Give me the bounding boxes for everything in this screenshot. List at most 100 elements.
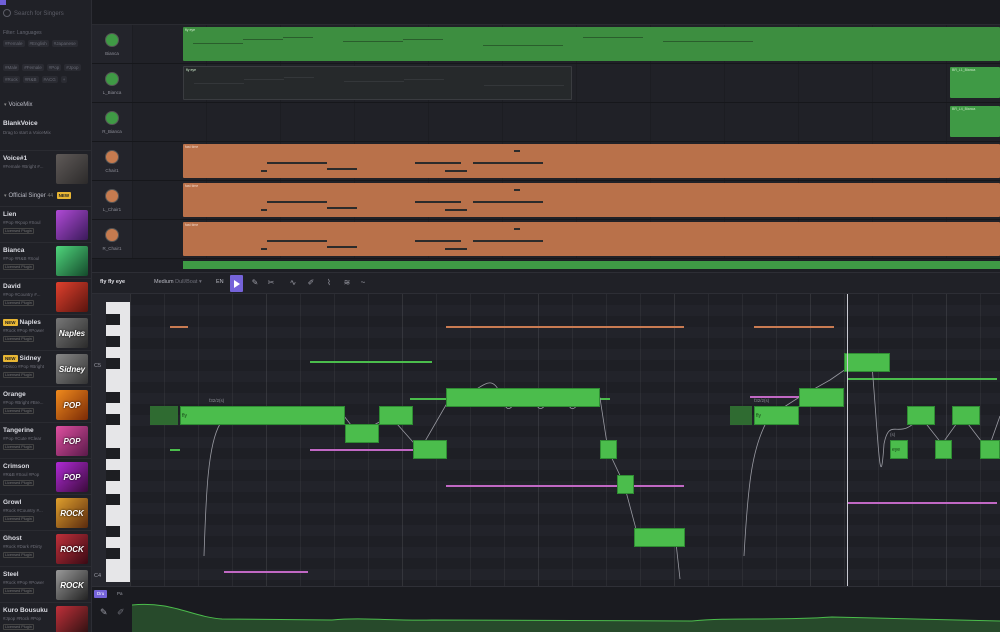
note-block[interactable]: fly [180, 406, 345, 425]
note-block[interactable] [413, 440, 447, 459]
audio-region[interactable]: fast time [183, 144, 1000, 178]
vibrato-icon[interactable]: ⌇ [324, 278, 334, 288]
note-block[interactable] [844, 353, 890, 372]
black-key[interactable] [106, 470, 120, 481]
track-singer-icon[interactable] [105, 33, 119, 47]
collapsed-track-region[interactable] [183, 261, 1000, 269]
piano-roll[interactable]: C5 C4 fly fly eye f32/2(s) f32/2(s) (s) [92, 294, 1000, 586]
audio-region-secondary[interactable]: BR_L1_Bianca [950, 67, 1000, 98]
select-tool-button[interactable] [230, 275, 243, 292]
note-grid[interactable]: fly fly eye f32/2(s) f32/2(s) (s) [130, 294, 1000, 586]
track-header-bianca[interactable]: Bianca [92, 25, 132, 64]
pitch-line[interactable] [203, 361, 1000, 580]
note-block[interactable] [730, 406, 752, 425]
singer-item-bianca[interactable]: Bianca #Pop #R&B #Soul Licensed Plugin [0, 242, 91, 278]
track-singer-icon[interactable] [105, 111, 119, 125]
note-block[interactable] [379, 406, 413, 425]
pitch-pen-icon[interactable]: ✐ [306, 278, 316, 288]
official-singer-header[interactable]: ▾ Official Singer 44 NEW [0, 190, 91, 202]
tempo-mode-select[interactable]: Medium Dull/Boat ▾ [154, 279, 202, 285]
singer-search-input[interactable]: Search for Singers [0, 7, 91, 21]
black-key[interactable] [106, 414, 120, 425]
filter-tag[interactable]: + [60, 76, 68, 83]
singer-item-tangerine[interactable]: Tangerine #Pop #Cute #Clear Licensed Plugi… [0, 422, 91, 458]
track-header-chair1[interactable]: Chair1 [92, 142, 132, 181]
note-block[interactable] [952, 406, 980, 425]
singer-item-growl[interactable]: Growl #Rock #Country #... Licensed Plugin R… [0, 494, 91, 530]
track-header-r-chair1[interactable]: R_Chair1 [92, 220, 132, 259]
pitch-curve-icon[interactable]: ∿ [288, 278, 298, 288]
note-block[interactable] [150, 406, 178, 425]
note-block[interactable] [634, 528, 685, 547]
singer-item-orange[interactable]: Orange #Pop #Bright #Bre... Licensed Plugi… [0, 386, 91, 422]
audio-region-secondary[interactable]: BR_L4_Bianca [950, 106, 1000, 137]
filter-tag[interactable]: #Female [22, 64, 44, 71]
note-block[interactable] [345, 424, 379, 443]
track-lane[interactable]: fly eyeBianca [132, 25, 1000, 64]
track-singer-icon[interactable] [105, 150, 119, 164]
audio-region[interactable]: fly eye [183, 27, 1000, 61]
track-lane[interactable]: fast time [132, 220, 1000, 259]
audio-region[interactable]: fast time [183, 222, 1000, 256]
singer-item-sidney[interactable]: NEW Sidney #Disco #Pop #Bright Licensed Plu… [0, 350, 91, 386]
blank-voice-title[interactable]: BlankVoice [3, 120, 38, 127]
track-lane[interactable]: fast time [132, 142, 1000, 181]
singer-item-steel[interactable]: Steel #Rock #Pop #Power Licensed Plugin ROC… [0, 566, 91, 602]
black-key[interactable] [106, 526, 120, 537]
param-line-icon[interactable]: ✐ [117, 607, 125, 618]
param-tab-2[interactable]: Pa [114, 590, 126, 598]
black-key[interactable] [106, 548, 120, 559]
track-singer-icon[interactable] [105, 228, 119, 242]
note-block[interactable] [600, 440, 617, 459]
pitch-curve[interactable] [130, 294, 1000, 586]
smooth-icon[interactable]: ~ [358, 278, 368, 288]
note-block[interactable]: eye [890, 440, 908, 459]
note-block[interactable] [617, 475, 634, 494]
timeline-ruler[interactable] [92, 0, 1000, 25]
track-singer-icon[interactable] [105, 189, 119, 203]
param-pencil-icon[interactable]: ✎ [100, 607, 108, 618]
track-lane[interactable]: BR_L4_Bianca [132, 103, 1000, 142]
filter-tag[interactable]: #Female [3, 40, 25, 47]
filter-tag[interactable]: #ACG [41, 76, 58, 83]
note-block[interactable] [907, 406, 935, 425]
singer-item-ghost[interactable]: Ghost #Rock #Dark #Dirty Licensed Plugin RO… [0, 530, 91, 566]
filter-tag[interactable]: #Rock [3, 76, 20, 83]
playhead[interactable] [847, 294, 848, 586]
note-block[interactable] [980, 440, 1000, 459]
audio-region[interactable]: fly eye [183, 66, 572, 100]
lyric-title[interactable]: fly fly eye [100, 279, 125, 285]
track-lane[interactable]: fly eye BR_L1_Bianca [132, 64, 1000, 103]
singer-item-kuro-bousuku[interactable]: Kuro Bousuku #Jpop #Rock #Pop Licensed Plu… [0, 602, 91, 632]
black-key[interactable] [106, 392, 120, 403]
voicemix-header[interactable]: ▾ VoiceMix [0, 99, 91, 111]
filter-tag[interactable]: #Male [3, 64, 20, 71]
black-key[interactable] [106, 494, 120, 505]
audio-region[interactable]: fast time [183, 183, 1000, 217]
note-block[interactable] [935, 440, 952, 459]
track-singer-icon[interactable] [105, 72, 119, 86]
note-block[interactable] [799, 388, 844, 407]
piano-keyboard[interactable]: C5 C4 [92, 294, 130, 586]
param-tab-1[interactable]: Dru [94, 590, 108, 598]
black-key[interactable] [106, 314, 120, 325]
parameter-curve[interactable] [132, 587, 1000, 632]
filter-tag[interactable]: #Jpop [64, 64, 81, 71]
singer-item-lien[interactable]: Lien #Pop #Kpop #Soul Licensed Plugin [0, 206, 91, 242]
filter-tag[interactable]: #R&B [22, 76, 39, 83]
filter-tag[interactable]: #English [27, 40, 49, 47]
pencil-icon[interactable]: ✎ [250, 278, 260, 288]
black-key[interactable] [106, 358, 120, 369]
note-block[interactable]: fly [754, 406, 799, 425]
filter-tag[interactable]: #Pop [46, 64, 62, 71]
wave-icon[interactable]: ≋ [342, 278, 352, 288]
language-select[interactable]: EN [216, 279, 224, 285]
singer-item-david[interactable]: David #Pop #Country #... Licensed Plugin [0, 278, 91, 314]
singer-item-crimson[interactable]: Crimson #R&B #Soul #Pop Licensed Plugin POP [0, 458, 91, 494]
singer-item-naples[interactable]: NEW Naples #Rock #Pop #Power Licensed Plugi… [0, 314, 91, 350]
black-key[interactable] [106, 336, 120, 347]
track-header-l-bianca[interactable]: L_Bianca [92, 64, 132, 103]
filter-tag[interactable]: #Japanese [51, 40, 78, 47]
voice-item[interactable]: Voice#1 #Female #Bright #... [0, 150, 91, 186]
track-lane[interactable]: fast time [132, 181, 1000, 220]
